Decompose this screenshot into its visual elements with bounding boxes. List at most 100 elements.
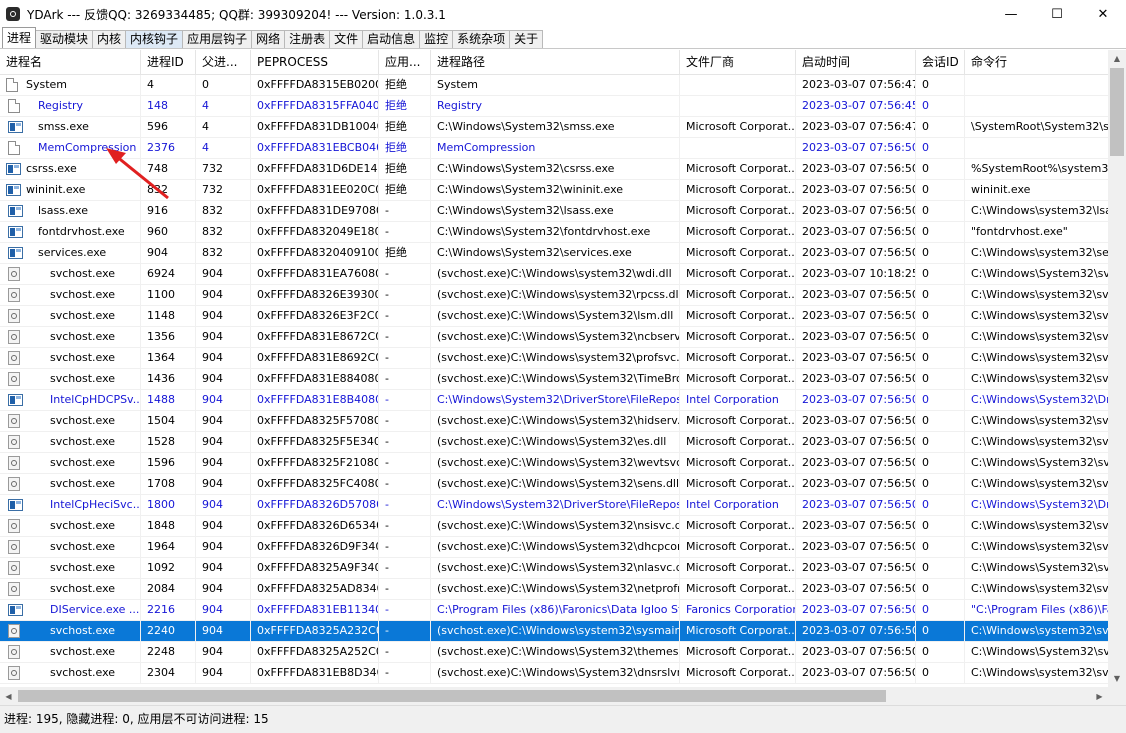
tab-11[interactable]: 关于 <box>509 30 544 48</box>
horizontal-scrollbar[interactable]: ◀ ▶ <box>0 687 1108 705</box>
cell-command-line <box>965 138 1108 158</box>
tab-8[interactable]: 启动信息 <box>362 30 421 48</box>
table-row[interactable]: svchost.exe 2084 904 0xFFFFDA8325AD8340- (sv… <box>0 579 1108 600</box>
cell-start-time: 2023-03-07 07:56:50 <box>796 285 916 305</box>
table-row[interactable]: svchost.exe 1100 904 0xFFFFDA8326E39300- (sv… <box>0 285 1108 306</box>
table-row[interactable]: fontdrvhost.exe 960 832 0xFFFFDA832049E180-… <box>0 222 1108 243</box>
cell-session-id: 0 <box>916 663 965 683</box>
window-title: YDArk --- 反馈QQ: 3269334485; QQ群: 3993092… <box>27 7 446 22</box>
tab-7[interactable]: 文件 <box>329 30 364 48</box>
process-name-label: svchost.exe <box>50 372 116 385</box>
cell-eprocess: 0xFFFFDA8325F5E340 <box>251 432 379 452</box>
table-row[interactable]: MemCompression 2376 4 0xFFFFDA831EBCB040 拒绝 M… <box>0 138 1108 159</box>
table-row[interactable]: svchost.exe 1528 904 0xFFFFDA8325F5E340- (sv… <box>0 432 1108 453</box>
cell-session-id: 0 <box>916 516 965 536</box>
table-row[interactable]: svchost.exe 1848 904 0xFFFFDA8326D65340- (sv… <box>0 516 1108 537</box>
cell-eprocess: 0xFFFFDA831EBCB040 <box>251 138 379 158</box>
column-header-command-line[interactable]: 命令行 <box>965 50 1108 74</box>
column-header-start-time[interactable]: 启动时间 <box>796 50 916 74</box>
table-row[interactable]: svchost.exe 1708 904 0xFFFFDA8325FC4080- (sv… <box>0 474 1108 495</box>
scroll-right-icon[interactable]: ▶ <box>1091 687 1108 705</box>
scroll-down-icon[interactable]: ▼ <box>1108 670 1126 687</box>
cell-vendor: Microsoft Corporat... <box>680 306 796 326</box>
service-gear-icon <box>8 582 20 596</box>
table-row[interactable]: svchost.exe 1964 904 0xFFFFDA8326D9F340- (sv… <box>0 537 1108 558</box>
scroll-left-icon[interactable]: ◀ <box>0 687 17 705</box>
cell-command-line: C:\Windows\system32\svcho <box>965 369 1108 389</box>
tab-3[interactable]: 内核钩子 <box>125 30 184 48</box>
table-row[interactable]: svchost.exe 1092 904 0xFFFFDA8325A9F340- (sv… <box>0 558 1108 579</box>
window-controls: — ☐ ✕ <box>988 0 1126 28</box>
column-header-path[interactable]: 进程路径 <box>431 50 680 74</box>
table-row[interactable]: lsass.exe 916 832 0xFFFFDA831DE97080- C:\Win… <box>0 201 1108 222</box>
tab-0[interactable]: 进程 <box>2 27 37 48</box>
table-row[interactable]: svchost.exe 2248 904 0xFFFFDA8325A252C0- (sv… <box>0 642 1108 663</box>
tab-9[interactable]: 监控 <box>419 30 454 48</box>
cell-ppid: 904 <box>196 579 251 599</box>
cell-path: Registry <box>431 96 680 116</box>
tab-5[interactable]: 网络 <box>251 30 286 48</box>
column-header-session-id[interactable]: 会话ID <box>916 50 965 74</box>
cell-start-time: 2023-03-07 07:56:50 <box>796 474 916 494</box>
cell-eprocess: 0xFFFFDA8325F57080 <box>251 411 379 431</box>
process-list[interactable]: 进程名 进程ID 父进... PEPROCESS 应用... 进程路径 文件厂商 启动时间 会话… <box>0 50 1108 687</box>
cell-command-line: C:\Windows\system32\svcho <box>965 474 1108 494</box>
cell-process-name: fontdrvhost.exe <box>0 222 141 242</box>
cell-start-time: 2023-03-07 07:56:50 <box>796 201 916 221</box>
close-button[interactable]: ✕ <box>1080 0 1126 28</box>
scroll-up-icon[interactable]: ▲ <box>1108 50 1126 67</box>
cell-process-name: svchost.exe <box>0 369 141 389</box>
cell-path: C:\Windows\System32\services.exe <box>431 243 680 263</box>
tab-1[interactable]: 驱动模块 <box>35 30 94 48</box>
column-header-process-name[interactable]: 进程名 <box>0 50 141 74</box>
tab-4[interactable]: 应用层钩子 <box>182 30 253 48</box>
process-name-label: Registry <box>38 99 84 112</box>
table-row[interactable]: csrss.exe 748 732 0xFFFFDA831D6DE140 拒绝 C:\Wi… <box>0 159 1108 180</box>
table-row[interactable]: smss.exe 596 4 0xFFFFDA831DB10040 拒绝 C:\Windo… <box>0 117 1108 138</box>
table-row[interactable]: services.exe 904 832 0xFFFFDA8320409100 拒绝 C:… <box>0 243 1108 264</box>
table-row[interactable]: svchost.exe 1356 904 0xFFFFDA831E8672C0- (sv… <box>0 327 1108 348</box>
table-row[interactable]: System 4 0 0xFFFFDA8315EB0200 拒绝 System 2023-0… <box>0 75 1108 96</box>
cell-access: - <box>379 600 431 620</box>
cell-path: (svchost.exe)C:\Windows\System32\dhcpcor… <box>431 537 680 557</box>
process-name-label: svchost.exe <box>50 582 116 595</box>
table-row[interactable]: IntelCpHDCPSv... 1488 904 0xFFFFDA831E8B408… <box>0 390 1108 411</box>
cell-path: C:\Windows\System32\DriverStore\FileRepo… <box>431 495 680 515</box>
column-header-access[interactable]: 应用... <box>379 50 431 74</box>
cell-eprocess: 0xFFFFDA831EA76080 <box>251 264 379 284</box>
cell-session-id: 0 <box>916 432 965 452</box>
vertical-scrollbar[interactable]: ▲ ▼ <box>1108 50 1126 687</box>
cell-path: (svchost.exe)C:\Windows\System32\nlasvc.… <box>431 558 680 578</box>
table-row[interactable]: Registry 148 4 0xFFFFDA8315FFA040 拒绝 Registry… <box>0 96 1108 117</box>
cell-access: 拒绝 <box>379 75 431 95</box>
tab-10[interactable]: 系统杂项 <box>452 30 511 48</box>
table-row[interactable]: svchost.exe 1504 904 0xFFFFDA8325F57080- (sv… <box>0 411 1108 432</box>
tab-6[interactable]: 注册表 <box>284 30 331 48</box>
cell-eprocess: 0xFFFFDA831E884080 <box>251 369 379 389</box>
service-gear-icon <box>8 624 20 638</box>
cell-eprocess: 0xFFFFDA8315EB0200 <box>251 75 379 95</box>
cell-pid: 1436 <box>141 369 196 389</box>
column-header-pid[interactable]: 进程ID <box>141 50 196 74</box>
column-header-vendor[interactable]: 文件厂商 <box>680 50 796 74</box>
table-row[interactable]: svchost.exe 2304 904 0xFFFFDA831EB8D340- (sv… <box>0 663 1108 684</box>
maximize-button[interactable]: ☐ <box>1034 0 1080 28</box>
table-row[interactable]: IntelCpHeciSvc... 1800 904 0xFFFFDA8326D570… <box>0 495 1108 516</box>
table-row[interactable]: DIService.exe ... 2216 904 0xFFFFDA831EB113… <box>0 600 1108 621</box>
column-header-eprocess[interactable]: PEPROCESS <box>251 50 379 74</box>
horizontal-scroll-thumb[interactable] <box>18 690 886 702</box>
process-name-label: fontdrvhost.exe <box>38 225 125 238</box>
table-row[interactable]: svchost.exe 1596 904 0xFFFFDA8325F21080- (sv… <box>0 453 1108 474</box>
table-row[interactable]: wininit.exe 832 732 0xFFFFDA831EE020C0 拒绝 C:\… <box>0 180 1108 201</box>
minimize-button[interactable]: — <box>988 0 1034 28</box>
vertical-scroll-thumb[interactable] <box>1110 68 1124 156</box>
table-row[interactable]: svchost.exe 1364 904 0xFFFFDA831E8692C0- (sv… <box>0 348 1108 369</box>
process-name-label: svchost.exe <box>50 309 116 322</box>
table-row[interactable]: svchost.exe 2240 904 0xFFFFDA8325A232C0- (sv… <box>0 621 1108 642</box>
tab-2[interactable]: 内核 <box>92 30 127 48</box>
table-row[interactable]: svchost.exe 6924 904 0xFFFFDA831EA76080- (sv… <box>0 264 1108 285</box>
table-row[interactable]: svchost.exe 1436 904 0xFFFFDA831E884080- (sv… <box>0 369 1108 390</box>
cell-start-time: 2023-03-07 07:56:50 <box>796 432 916 452</box>
column-header-ppid[interactable]: 父进... <box>196 50 251 74</box>
table-row[interactable]: svchost.exe 1148 904 0xFFFFDA8326E3F2C0- (sv… <box>0 306 1108 327</box>
